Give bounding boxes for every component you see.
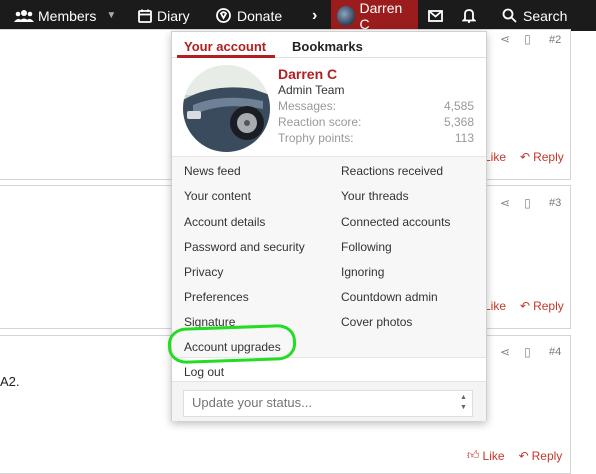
link-countdown-admin[interactable]: Countdown admin [341,290,438,304]
link-account-details[interactable]: Account details [184,215,265,229]
bookmark-icon[interactable]: ▯ [524,196,531,210]
link-cover-photos[interactable]: Cover photos [341,315,412,329]
tab-your-account[interactable]: Your account [184,39,266,54]
link-ignoring[interactable]: Ignoring [341,265,384,279]
highlight-annotation [167,323,297,365]
reply-icon: ↶ [520,299,531,313]
stat-label: Reaction score: [278,115,362,129]
post-reactions: 👍︎ Like ↶ Reply [467,448,562,463]
stat-label: Trophy points: [278,131,354,145]
stat-reaction-score: Reaction score: 5,368 [278,115,474,129]
link-password-security[interactable]: Password and security [184,240,305,254]
bookmark-icon[interactable]: ▯ [524,32,531,46]
like-button[interactable]: 👍︎ Like [467,448,505,463]
calendar-icon [138,9,152,23]
link-connected-accounts[interactable]: Connected accounts [341,215,450,229]
like-label: Like [484,299,507,313]
account-menu-tabs: Your account Bookmarks [172,32,486,58]
tab-bookmarks[interactable]: Bookmarks [292,39,363,54]
thumbs-up-icon: 👍︎ [467,448,480,462]
share-icon[interactable]: ⋖ [500,196,510,210]
stat-messages: Messages: 4,585 [278,99,474,113]
reply-icon: ↶ [518,448,529,463]
link-news-feed[interactable]: News feed [184,164,241,178]
avatar [337,5,356,26]
spinner-up-icon[interactable]: ▲ [460,394,483,402]
caret-down-icon[interactable]: ▼ [106,10,116,21]
inbox-icon[interactable] [428,0,443,31]
chevron-right-icon[interactable]: › [312,0,317,31]
post-reactions: Like ↶ Reply [484,299,564,313]
reply-label: Reply [533,299,564,313]
profile-avatar[interactable] [183,65,270,152]
stat-value: 4,585 [443,99,474,113]
nav-search[interactable]: Search [502,0,567,31]
profile-name[interactable]: Darren C [278,66,337,82]
top-navigation: Members ▼ Diary Donate › Darren C Search [0,0,596,32]
reply-button[interactable]: ↶ Reply [520,299,564,313]
post-body-text: A2. [0,374,20,389]
nav-user-label: Darren C [359,0,403,32]
stat-value: 5,368 [443,115,474,129]
active-tab-indicator [177,55,275,58]
status-update-area: ▲ ▼ [172,381,486,421]
post-actions: ⋖ ▯ [500,196,531,210]
nav-search-label: Search [523,7,568,24]
link-preferences[interactable]: Preferences [184,290,249,304]
link-reactions-received[interactable]: Reactions received [341,164,443,178]
like-label: Like [484,150,507,164]
post-number[interactable]: #3 [549,197,561,209]
link-following[interactable]: Following [341,240,392,254]
post-number[interactable]: #4 [549,346,561,358]
link-privacy[interactable]: Privacy [184,265,223,279]
donate-icon [216,8,231,23]
search-icon [502,8,517,23]
post-actions: ⋖ ▯ [500,345,531,359]
spinner-down-icon[interactable]: ▼ [460,404,483,412]
stat-label: Messages: [278,99,337,113]
nav-diary[interactable]: Diary [138,0,190,31]
stat-value: 113 [454,131,474,145]
reply-icon: ↶ [520,150,531,164]
link-your-threads[interactable]: Your threads [341,189,409,203]
nav-members[interactable]: Members ▼ [14,0,116,31]
like-button[interactable]: Like [484,299,506,313]
nav-donate-label: Donate [237,7,283,24]
reply-button[interactable]: ↶ Reply [520,150,564,164]
account-menu: Your account Bookmarks Darren C Admin Te… [171,31,487,421]
nav-members-label: Members [38,7,97,24]
bookmark-icon[interactable]: ▯ [524,345,531,359]
post-number[interactable]: #2 [549,34,561,46]
like-label: Like [482,448,505,463]
nav-diary-label: Diary [157,7,190,24]
bell-icon[interactable] [462,0,476,31]
link-your-content[interactable]: Your content [184,189,251,203]
like-button[interactable]: Like [484,150,506,164]
reply-button[interactable]: ↶ Reply [519,448,563,463]
status-input[interactable] [183,390,473,417]
reply-label: Reply [533,150,564,164]
reply-label: Reply [531,448,563,463]
members-icon [14,9,34,22]
post-actions: ⋖ ▯ [500,32,531,46]
share-icon[interactable]: ⋖ [500,345,510,359]
link-log-out[interactable]: Log out [184,365,224,379]
post-reactions: Like ↶ Reply [484,150,564,164]
stat-trophy-points: Trophy points: 113 [278,131,474,145]
nav-donate[interactable]: Donate [216,0,282,31]
share-icon[interactable]: ⋖ [500,32,510,46]
profile-title: Admin Team [278,83,345,97]
nav-user-account[interactable]: Darren C [331,0,418,32]
